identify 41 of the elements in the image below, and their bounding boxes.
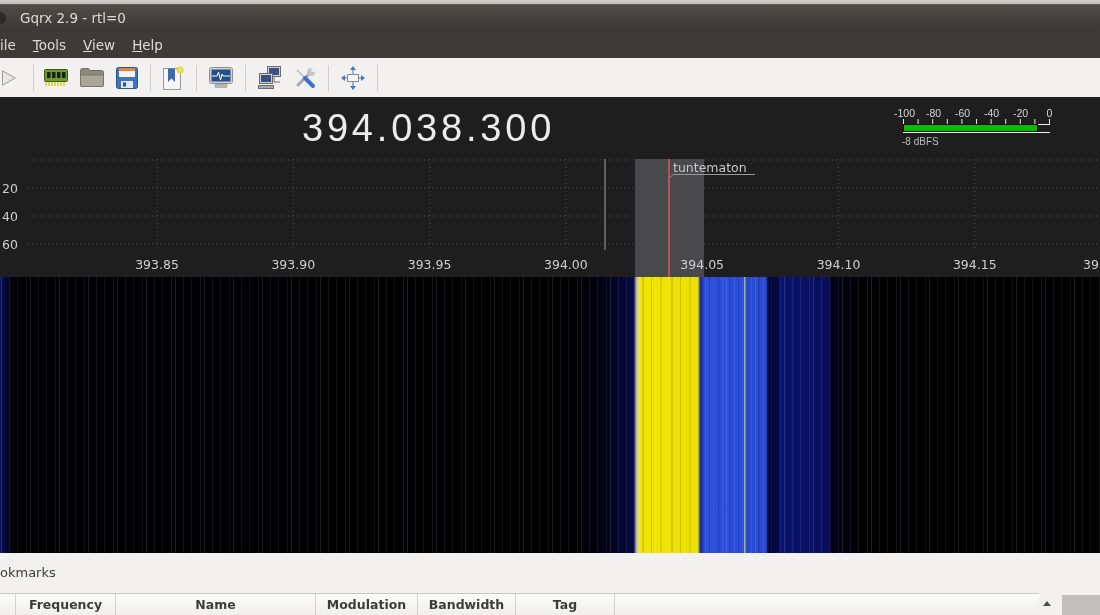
monitor-icon[interactable] <box>209 67 233 88</box>
menu-item[interactable]: Help <box>132 36 163 53</box>
meter-scale-label: -80 <box>924 107 943 119</box>
tools-icon[interactable] <box>294 66 316 89</box>
column-header[interactable]: Bandwidth <box>418 594 516 615</box>
meter-scale-label: -20 <box>1011 107 1030 119</box>
axis-label: 393.95 <box>407 256 452 272</box>
column-header[interactable]: Modulation <box>316 594 418 615</box>
bookmark-icon[interactable] <box>163 65 184 90</box>
meter-reading: -8 dBFS <box>902 136 939 148</box>
column-header[interactable]: Tag <box>516 594 615 615</box>
axis-label: 393.90 <box>271 256 316 272</box>
menu-item[interactable]: View <box>83 36 116 53</box>
column-header[interactable]: Frequency <box>16 594 116 615</box>
computer-network-icon[interactable] <box>258 65 282 90</box>
axis-label: 20 <box>2 180 18 196</box>
axis-label: 60 <box>2 236 18 252</box>
window-title: Gqrx 2.9 - rtl=0 <box>20 10 126 26</box>
axis-label: 394.00 <box>544 256 588 272</box>
play-icon[interactable] <box>2 69 16 86</box>
panel-title: okmarks <box>0 564 56 582</box>
axis-label: 39 <box>1083 256 1099 272</box>
folder-icon[interactable] <box>80 68 104 87</box>
scroll-up-arrow-icon[interactable] <box>1043 601 1052 606</box>
axis-label: 394.05 <box>680 256 725 272</box>
meter-scale-label: 0 <box>1045 107 1054 119</box>
axis-label: 393.85 <box>135 256 179 272</box>
memory-chip-icon[interactable] <box>44 69 68 86</box>
meter-scale-label: -40 <box>982 107 1001 119</box>
bookmark-label[interactable]: tuntematon <box>673 159 747 175</box>
scrollbar[interactable] <box>1062 595 1100 615</box>
column-header[interactable]: Name <box>116 594 316 615</box>
menu-item[interactable]: Tools <box>32 36 67 53</box>
meter-scale-label: -100 <box>893 107 916 119</box>
move-arrows-icon[interactable] <box>341 65 365 90</box>
menu-item[interactable]: ile <box>0 36 16 53</box>
meter-scale-label: -60 <box>953 107 972 119</box>
frequency-display[interactable]: 394.038.300 <box>302 105 556 151</box>
axis-label: 394.15 <box>952 256 997 272</box>
axis-label: 40 <box>2 208 18 224</box>
axis-label: 394.10 <box>816 256 861 272</box>
